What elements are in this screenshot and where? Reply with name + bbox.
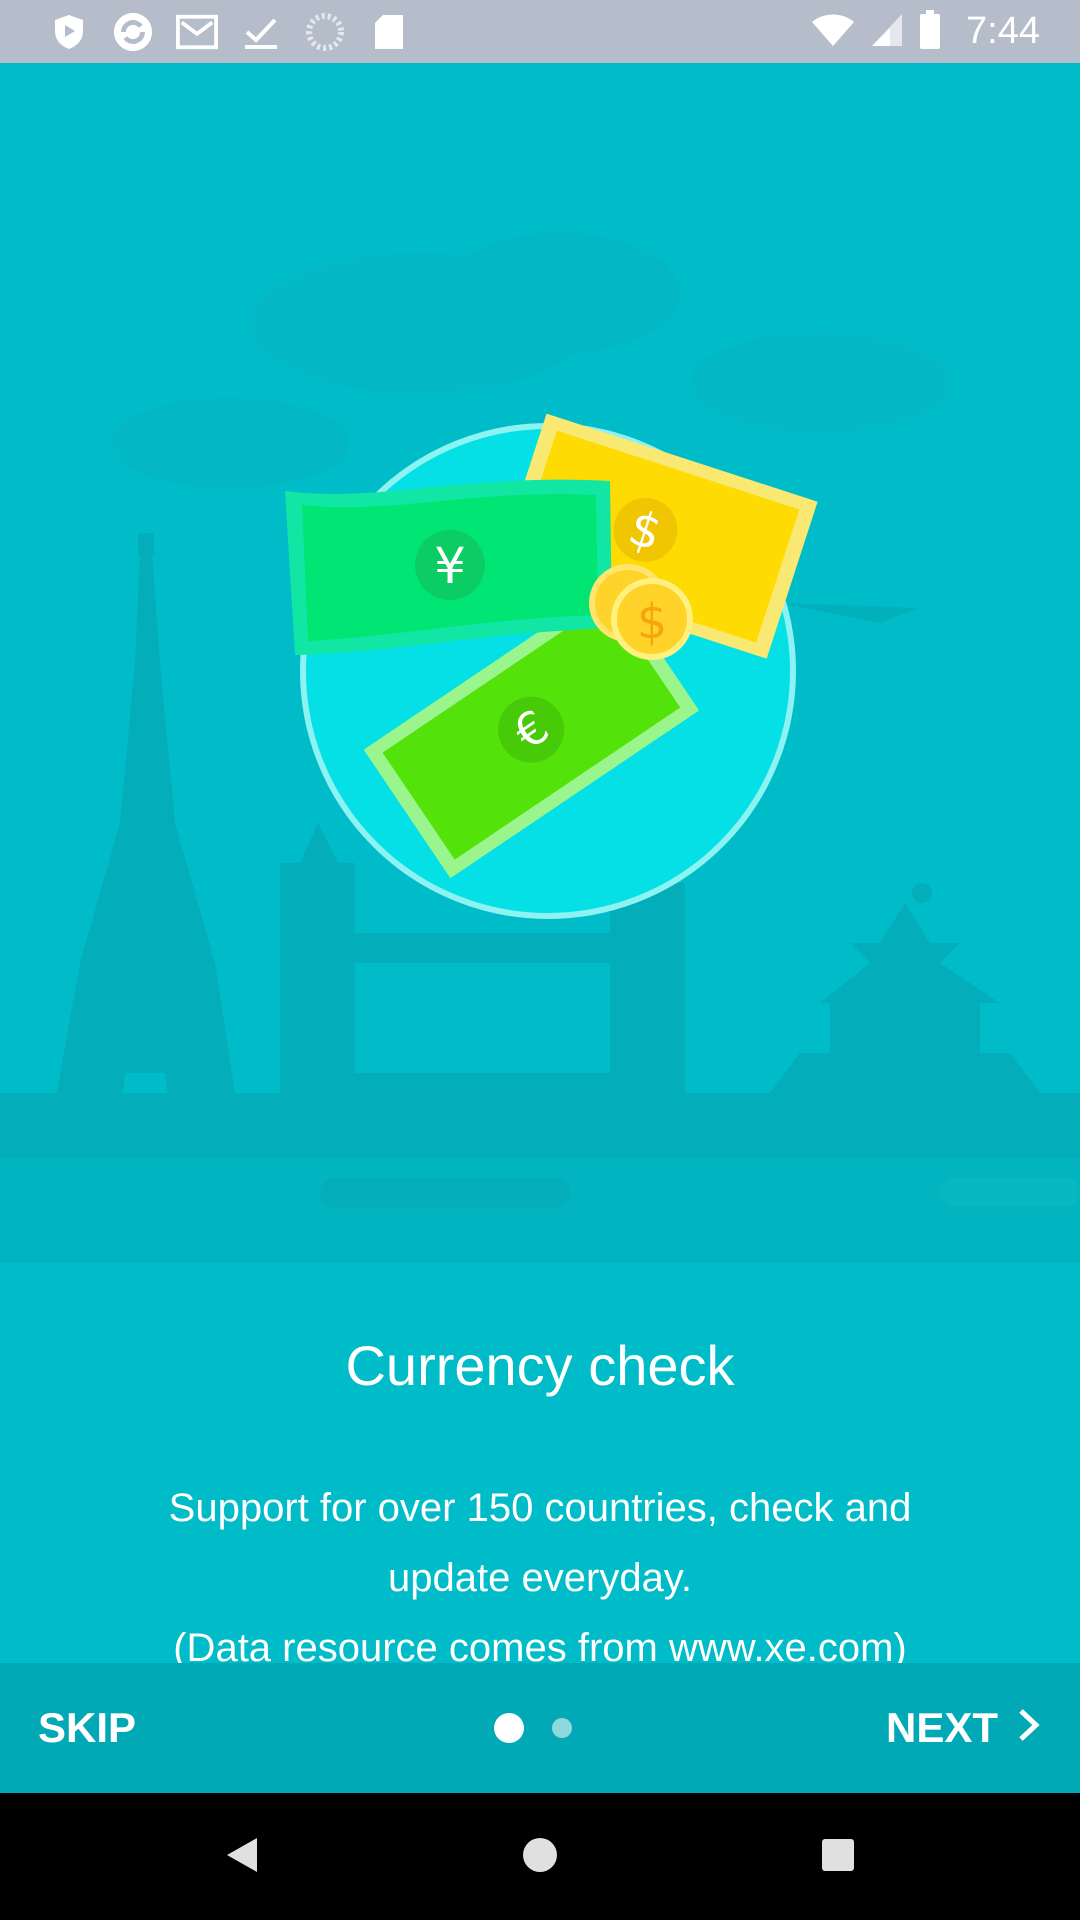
page-title: Currency check — [345, 1334, 735, 1397]
signal-icon — [870, 12, 904, 52]
page-description: Support for over 150 countries, check an… — [100, 1473, 980, 1663]
back-icon — [225, 1836, 259, 1878]
shield-icon — [48, 11, 90, 53]
home-button[interactable] — [480, 1793, 600, 1920]
description-line: update everyday. — [388, 1556, 692, 1600]
currency-illustration: $ € ¥ $ — [0, 233, 1080, 1263]
battery-icon — [918, 9, 942, 54]
mail-icon — [176, 11, 218, 53]
status-icons-left — [48, 0, 410, 63]
loading-icon — [304, 11, 346, 53]
page-dot-active — [494, 1713, 524, 1743]
back-button[interactable] — [182, 1793, 302, 1920]
coin-symbol: $ — [637, 594, 668, 650]
sd-card-icon — [368, 11, 410, 53]
onboarding-nav-bar: SKIP NEXT — [0, 1663, 1080, 1793]
check-icon — [240, 11, 282, 53]
wifi-icon — [810, 12, 856, 52]
status-bar: 7:44 — [0, 0, 1080, 63]
system-nav-bar — [0, 1793, 1080, 1920]
skip-button[interactable]: SKIP — [38, 1663, 136, 1793]
page-indicator — [494, 1713, 572, 1743]
description-line: (Data resource comes from www.xe.com) — [173, 1626, 907, 1663]
home-icon — [521, 1836, 559, 1878]
page-dot-inactive — [552, 1718, 572, 1738]
sync-icon — [112, 11, 154, 53]
description-line: Support for over 150 countries, check an… — [168, 1486, 912, 1530]
chevron-right-icon — [1016, 1704, 1042, 1752]
next-button[interactable]: NEXT — [886, 1663, 1042, 1793]
recents-button[interactable] — [778, 1793, 898, 1920]
clock: 7:44 — [966, 10, 1040, 52]
status-icons-right: 7:44 — [810, 0, 1040, 63]
next-label: NEXT — [885, 1704, 998, 1751]
yen-symbol: ¥ — [434, 537, 466, 595]
recents-icon — [821, 1838, 855, 1876]
onboarding-page: $ € ¥ $ Currency check Support for over … — [0, 63, 1080, 1663]
